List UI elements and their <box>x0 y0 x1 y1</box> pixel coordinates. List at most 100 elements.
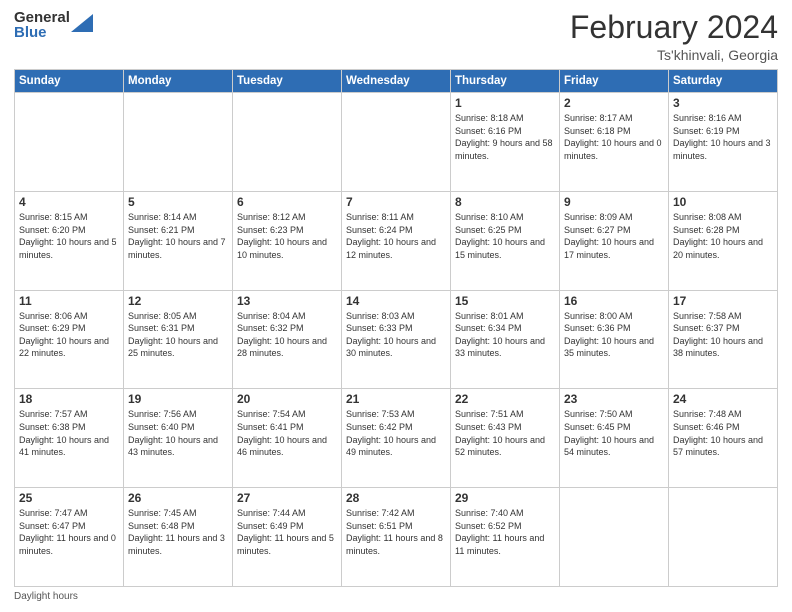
day-info: Sunrise: 8:15 AM Sunset: 6:20 PM Dayligh… <box>19 211 119 261</box>
calendar-cell <box>15 93 124 192</box>
title-block: February 2024 Ts'khinvali, Georgia <box>570 10 778 63</box>
calendar-cell: 17 Sunrise: 7:58 AM Sunset: 6:37 PM Dayli… <box>669 290 778 389</box>
calendar-cell <box>560 488 669 587</box>
day-number: 23 <box>564 392 664 406</box>
day-number: 21 <box>346 392 446 406</box>
calendar-cell <box>342 93 451 192</box>
calendar-cell: 6Sunrise: 8:12 AM Sunset: 6:23 PM Daylig… <box>233 191 342 290</box>
calendar-cell: 20 Sunrise: 7:54 AM Sunset: 6:41 PM Dayli… <box>233 389 342 488</box>
calendar-cell: 28 Sunrise: 7:42 AM Sunset: 6:51 PM Dayli… <box>342 488 451 587</box>
calendar-week-row: 4 Sunrise: 8:15 AM Sunset: 6:20 PM Daylig… <box>15 191 778 290</box>
calendar-cell: 26 Sunrise: 7:45 AM Sunset: 6:48 PM Dayli… <box>124 488 233 587</box>
day-info: Sunrise: 7:50 AM Sunset: 6:45 PM Dayligh… <box>564 408 664 458</box>
day-info: Sunrise: 8:16 AM Sunset: 6:19 PM Dayligh… <box>673 112 773 162</box>
calendar-cell: 13Sunrise: 8:04 AM Sunset: 6:32 PM Dayli… <box>233 290 342 389</box>
logo: General Blue <box>14 10 93 40</box>
day-info: Sunrise: 8:11 AM Sunset: 6:24 PM Dayligh… <box>346 211 446 261</box>
day-info: Sunrise: 8:10 AM Sunset: 6:25 PM Dayligh… <box>455 211 555 261</box>
footer-note: Daylight hours <box>14 591 778 602</box>
day-info: Sunrise: 7:56 AM Sunset: 6:40 PM Dayligh… <box>128 408 228 458</box>
calendar-cell: 12 Sunrise: 8:05 AM Sunset: 6:31 PM Dayli… <box>124 290 233 389</box>
day-number: 14 <box>346 294 446 308</box>
day-number: 18 <box>19 392 119 406</box>
calendar-cell: 22 Sunrise: 7:51 AM Sunset: 6:43 PM Dayli… <box>451 389 560 488</box>
day-info: Sunrise: 8:14 AM Sunset: 6:21 PM Dayligh… <box>128 211 228 261</box>
day-info: Sunrise: 8:05 AM Sunset: 6:31 PM Dayligh… <box>128 310 228 360</box>
day-number: 12 <box>128 294 228 308</box>
day-number: 4 <box>19 195 119 209</box>
day-number: 13 <box>237 294 337 308</box>
day-info: Sunrise: 7:54 AM Sunset: 6:41 PM Dayligh… <box>237 408 337 458</box>
calendar-cell: 15Sunrise: 8:01 AM Sunset: 6:34 PM Dayli… <box>451 290 560 389</box>
day-number: 26 <box>128 491 228 505</box>
calendar-week-row: 25Sunrise: 7:47 AM Sunset: 6:47 PM Dayli… <box>15 488 778 587</box>
weekday-header-saturday: Saturday <box>669 70 778 93</box>
calendar-cell <box>669 488 778 587</box>
weekday-header-tuesday: Tuesday <box>233 70 342 93</box>
day-info: Sunrise: 8:17 AM Sunset: 6:18 PM Dayligh… <box>564 112 664 162</box>
calendar-table: SundayMondayTuesdayWednesdayThursdayFrid… <box>14 69 778 587</box>
day-number: 17 <box>673 294 773 308</box>
day-info: Sunrise: 7:40 AM Sunset: 6:52 PM Dayligh… <box>455 507 555 557</box>
calendar-cell: 9 Sunrise: 8:09 AM Sunset: 6:27 PM Daylig… <box>560 191 669 290</box>
day-number: 16 <box>564 294 664 308</box>
calendar-cell: 24 Sunrise: 7:48 AM Sunset: 6:46 PM Dayli… <box>669 389 778 488</box>
calendar-cell: 10 Sunrise: 8:08 AM Sunset: 6:28 PM Dayli… <box>669 191 778 290</box>
page: General Blue February 2024 Ts'khinvali, … <box>0 0 792 612</box>
logo-icon <box>71 10 93 32</box>
day-number: 19 <box>128 392 228 406</box>
calendar-cell: 5 Sunrise: 8:14 AM Sunset: 6:21 PM Daylig… <box>124 191 233 290</box>
weekday-header-friday: Friday <box>560 70 669 93</box>
day-info: Sunrise: 7:51 AM Sunset: 6:43 PM Dayligh… <box>455 408 555 458</box>
calendar-cell: 16 Sunrise: 8:00 AM Sunset: 6:36 PM Dayli… <box>560 290 669 389</box>
day-number: 25 <box>19 491 119 505</box>
day-number: 22 <box>455 392 555 406</box>
day-number: 15 <box>455 294 555 308</box>
day-number: 29 <box>455 491 555 505</box>
daylight-label: Daylight hours <box>14 591 78 602</box>
calendar-cell: 8Sunrise: 8:10 AM Sunset: 6:25 PM Daylig… <box>451 191 560 290</box>
day-info: Sunrise: 7:42 AM Sunset: 6:51 PM Dayligh… <box>346 507 446 557</box>
day-info: Sunrise: 7:58 AM Sunset: 6:37 PM Dayligh… <box>673 310 773 360</box>
day-info: Sunrise: 8:00 AM Sunset: 6:36 PM Dayligh… <box>564 310 664 360</box>
sub-title: Ts'khinvali, Georgia <box>570 47 778 63</box>
day-info: Sunrise: 8:18 AM Sunset: 6:16 PM Dayligh… <box>455 112 555 162</box>
day-number: 2 <box>564 96 664 110</box>
day-number: 10 <box>673 195 773 209</box>
calendar-cell: 25Sunrise: 7:47 AM Sunset: 6:47 PM Dayli… <box>15 488 124 587</box>
day-number: 9 <box>564 195 664 209</box>
calendar-week-row: 18Sunrise: 7:57 AM Sunset: 6:38 PM Dayli… <box>15 389 778 488</box>
day-number: 11 <box>19 294 119 308</box>
weekday-header-thursday: Thursday <box>451 70 560 93</box>
calendar-cell: 21 Sunrise: 7:53 AM Sunset: 6:42 PM Dayli… <box>342 389 451 488</box>
weekday-header-row: SundayMondayTuesdayWednesdayThursdayFrid… <box>15 70 778 93</box>
day-number: 5 <box>128 195 228 209</box>
day-number: 28 <box>346 491 446 505</box>
calendar-week-row: 1Sunrise: 8:18 AM Sunset: 6:16 PM Daylig… <box>15 93 778 192</box>
day-number: 20 <box>237 392 337 406</box>
day-info: Sunrise: 7:53 AM Sunset: 6:42 PM Dayligh… <box>346 408 446 458</box>
day-number: 6 <box>237 195 337 209</box>
calendar-cell: 4 Sunrise: 8:15 AM Sunset: 6:20 PM Daylig… <box>15 191 124 290</box>
header: General Blue February 2024 Ts'khinvali, … <box>14 10 778 63</box>
logo-general: General <box>14 10 70 25</box>
day-number: 7 <box>346 195 446 209</box>
calendar-cell: 1Sunrise: 8:18 AM Sunset: 6:16 PM Daylig… <box>451 93 560 192</box>
calendar-cell: 19 Sunrise: 7:56 AM Sunset: 6:40 PM Dayli… <box>124 389 233 488</box>
day-number: 3 <box>673 96 773 110</box>
day-info: Sunrise: 7:48 AM Sunset: 6:46 PM Dayligh… <box>673 408 773 458</box>
calendar-cell: 2 Sunrise: 8:17 AM Sunset: 6:18 PM Daylig… <box>560 93 669 192</box>
day-info: Sunrise: 8:09 AM Sunset: 6:27 PM Dayligh… <box>564 211 664 261</box>
calendar-cell: 27Sunrise: 7:44 AM Sunset: 6:49 PM Dayli… <box>233 488 342 587</box>
calendar-week-row: 11Sunrise: 8:06 AM Sunset: 6:29 PM Dayli… <box>15 290 778 389</box>
calendar-cell: 7 Sunrise: 8:11 AM Sunset: 6:24 PM Daylig… <box>342 191 451 290</box>
calendar-cell: 14Sunrise: 8:03 AM Sunset: 6:33 PM Dayli… <box>342 290 451 389</box>
day-info: Sunrise: 7:44 AM Sunset: 6:49 PM Dayligh… <box>237 507 337 557</box>
weekday-header-monday: Monday <box>124 70 233 93</box>
logo-text: General Blue <box>14 10 70 40</box>
calendar-cell: 18Sunrise: 7:57 AM Sunset: 6:38 PM Dayli… <box>15 389 124 488</box>
calendar-cell: 3 Sunrise: 8:16 AM Sunset: 6:19 PM Daylig… <box>669 93 778 192</box>
day-number: 24 <box>673 392 773 406</box>
day-info: Sunrise: 7:45 AM Sunset: 6:48 PM Dayligh… <box>128 507 228 557</box>
day-info: Sunrise: 8:08 AM Sunset: 6:28 PM Dayligh… <box>673 211 773 261</box>
